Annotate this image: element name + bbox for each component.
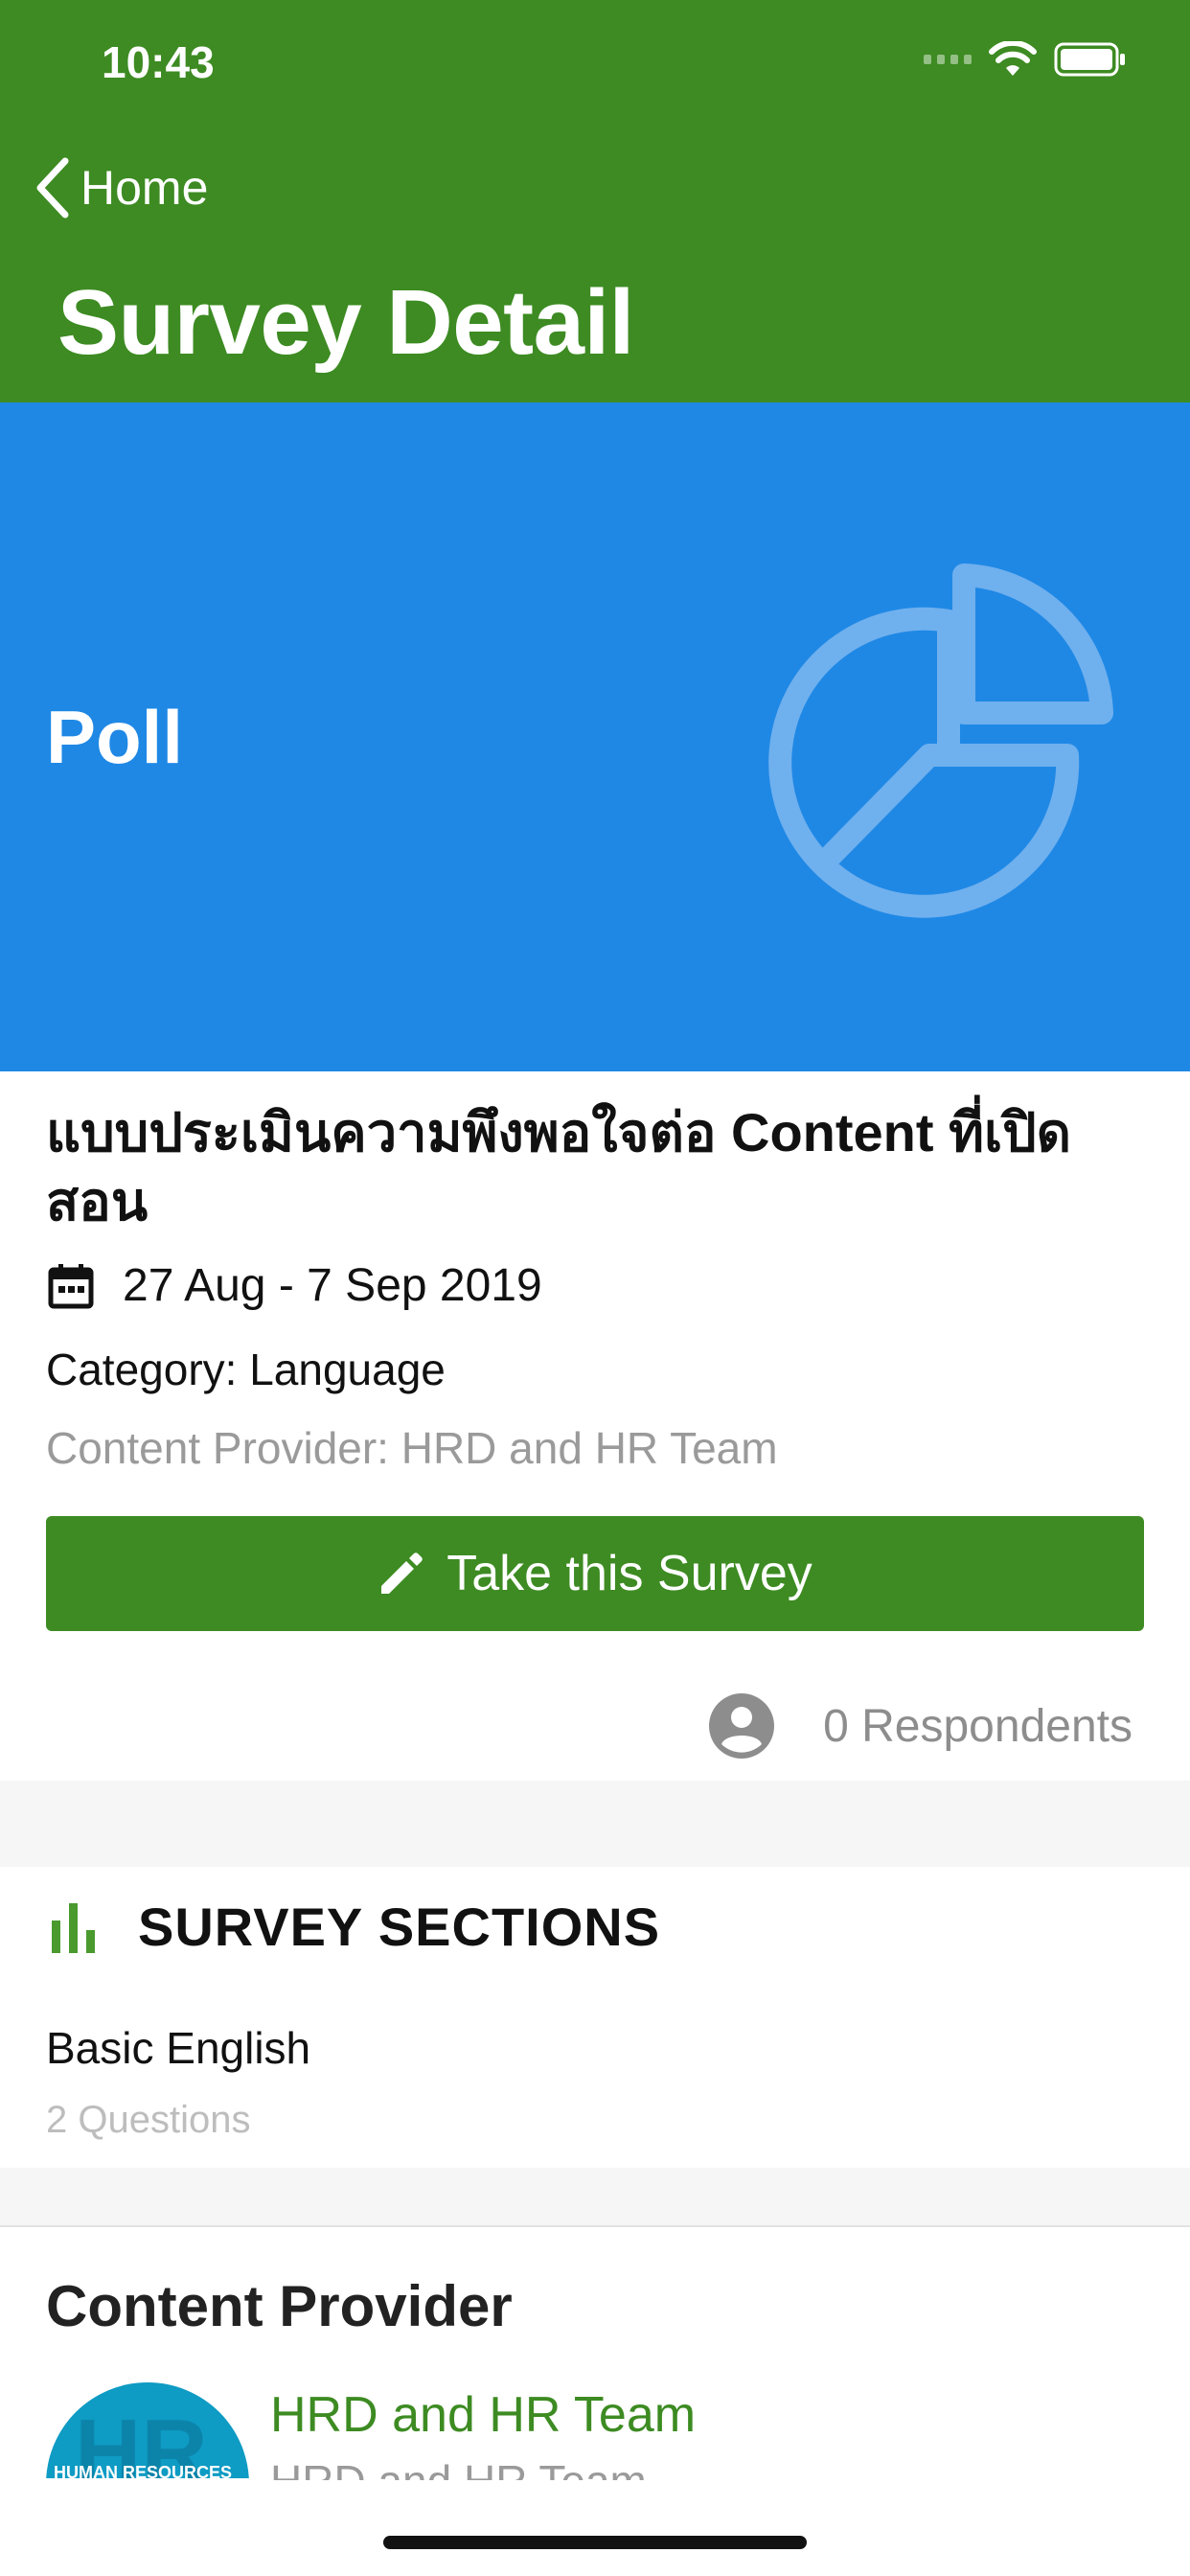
provider-avatar[interactable]: HR HUMAN RESOURCES — [46, 2382, 249, 2478]
survey-date-range: 27 Aug - 7 Sep 2019 — [123, 1260, 542, 1311]
divider — [0, 1781, 1190, 1867]
take-survey-button[interactable]: Take this Survey — [46, 1516, 1144, 1631]
banner-type-label: Poll — [46, 695, 184, 779]
respondents-row: 0 Respondents — [708, 1692, 1133, 1760]
survey-category: Category: Language — [46, 1345, 446, 1394]
battery-icon — [1054, 42, 1125, 77]
back-button[interactable]: Home — [34, 157, 208, 218]
survey-sections-header: SURVEY SECTIONS — [46, 1896, 660, 1958]
page-title: Survey Detail — [57, 271, 634, 374]
content-provider-heading: Content Provider — [46, 2274, 513, 2338]
home-indicator[interactable] — [383, 2536, 807, 2549]
chevron-left-icon — [36, 157, 69, 218]
provider-avatar-text: HUMAN RESOURCES — [54, 2463, 233, 2478]
account-circle-icon — [709, 1693, 775, 1759]
back-label: Home — [80, 161, 209, 215]
section-item-question-count: 2 Questions — [46, 2099, 251, 2141]
respondents-count: 0 Respondents — [823, 1700, 1133, 1752]
survey-title: แบบประเมินความพึงพอใจต่อ Content ที่เปิด… — [46, 1102, 1072, 1231]
status-icons — [924, 40, 1127, 79]
survey-sections-title: SURVEY SECTIONS — [138, 1897, 661, 1957]
provider-name-link[interactable]: HRD and HR Team — [270, 2386, 696, 2444]
survey-content-provider: Content Provider: HRD and HR Team — [46, 1423, 778, 1473]
bottom-safe-area — [0, 2482, 1190, 2576]
calendar-icon — [48, 1263, 94, 1308]
date-row: 27 Aug - 7 Sep 2019 — [46, 1259, 542, 1312]
bar-chart-icon — [52, 1902, 95, 1953]
pencil-icon — [381, 1552, 423, 1594]
provider-subtitle-clip: HRD and HR Team — [270, 2459, 845, 2480]
wifi-icon — [989, 41, 1037, 76]
status-time: 10:43 — [102, 37, 215, 87]
section-item-name[interactable]: Basic English — [46, 2022, 310, 2074]
divider — [0, 2168, 1190, 2227]
pie-chart-icon — [768, 564, 1113, 918]
provider-subtitle: HRD and HR Team — [270, 2459, 845, 2480]
take-survey-label: Take this Survey — [446, 1546, 812, 1601]
signal-icon — [924, 55, 972, 64]
